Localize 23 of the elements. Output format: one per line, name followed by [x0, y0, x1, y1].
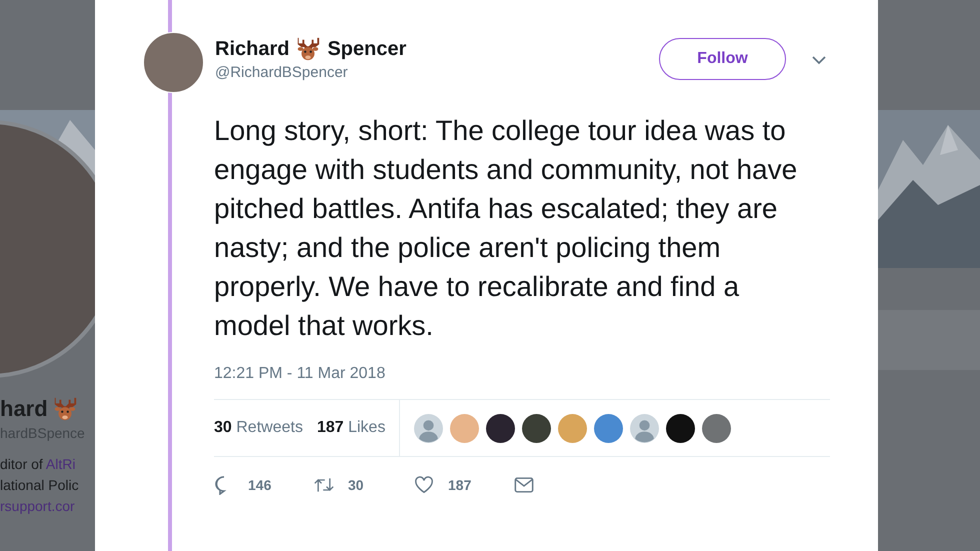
- avatar[interactable]: [522, 414, 552, 442]
- follow-button[interactable]: Follow: [659, 38, 786, 80]
- action-count: 146: [248, 477, 272, 493]
- chevron-icon[interactable]: [811, 55, 827, 65]
- retweet-count[interactable]: 30 Retweets: [214, 419, 303, 437]
- default-avatar-icon[interactable]: [414, 414, 444, 442]
- avatar[interactable]: [486, 414, 516, 442]
- display-name[interactable]: Richard: [215, 38, 290, 60]
- action-count: 30: [348, 477, 364, 493]
- envelope-icon[interactable]: [514, 475, 534, 495]
- deer-icon: [295, 36, 322, 62]
- bio-text: lational Polic: [0, 477, 79, 493]
- action-count: 187: [448, 477, 472, 493]
- user-handle[interactable]: @RichardBSpencer: [215, 64, 406, 81]
- display-name[interactable]: Spencer: [327, 38, 406, 60]
- profile-name: hard: [0, 395, 48, 423]
- avatar[interactable]: [666, 414, 696, 442]
- heart-icon[interactable]: [414, 475, 434, 495]
- tweet-text: Long story, short: The college tour idea was to engage with students and community, not have pitched battles. Antifa has escalated; they are nasty; and the police aren't policing them properly. We have to recalibrate and find a model that works.: [214, 114, 798, 343]
- bio-text: ditor of: [0, 456, 44, 472]
- timestamp[interactable]: 12:21 PM - 11 Mar 2018: [214, 365, 843, 383]
- default-avatar-icon[interactable]: [630, 414, 660, 442]
- like-count[interactable]: 187 Likes: [316, 419, 386, 437]
